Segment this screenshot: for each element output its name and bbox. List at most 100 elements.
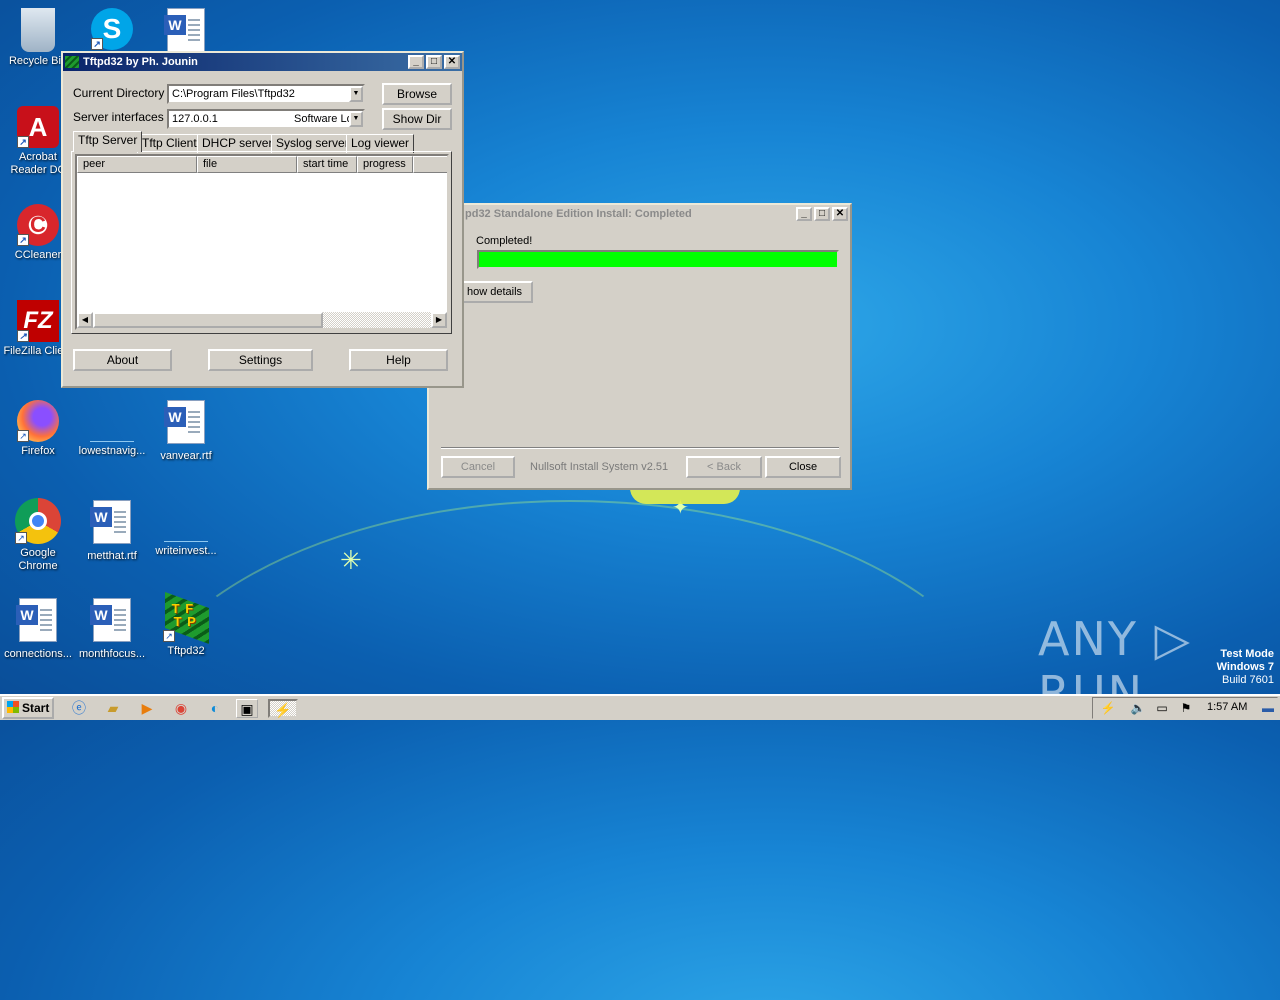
desktop-icon-label: metthat.rtf <box>87 550 137 562</box>
skype-icon: S ↗ <box>91 8 133 50</box>
tftpd32-titlebar[interactable]: Tftpd32 by Ph. Jounin _ □ ✕ <box>63 53 462 71</box>
explorer-icon[interactable]: ▰ <box>102 699 124 718</box>
installer-titlebar[interactable]: pd32 Standalone Edition Install: Complet… <box>429 205 850 223</box>
filezilla-icon: FZ ↗ <box>17 300 59 342</box>
help-button[interactable]: Help <box>349 349 448 371</box>
tftpd32-app-icon <box>65 56 79 68</box>
installer-progress-bar <box>477 250 839 269</box>
settings-button[interactable]: Settings <box>208 349 313 371</box>
server-interfaces-combo[interactable]: 127.0.0.1 Software Lo ▼ <box>167 109 365 129</box>
current-directory-label: Current Directory <box>73 86 165 100</box>
tab-tftp-server[interactable]: Tftp Server <box>73 131 143 152</box>
close-window-button[interactable]: ✕ <box>832 207 848 221</box>
desktop-icon-label: lowestnavig... <box>78 445 146 457</box>
tftpd32-title: Tftpd32 by Ph. Jounin <box>83 56 198 68</box>
desktop-icon-connections[interactable]: W connections... <box>0 598 76 661</box>
installer-window[interactable]: pd32 Standalone Edition Install: Complet… <box>427 203 852 490</box>
clock[interactable]: 1:57 AM <box>1207 701 1247 713</box>
horizontal-scrollbar[interactable]: ◀ ▶ <box>77 312 447 328</box>
desktop-icon-label: connections... <box>4 648 72 660</box>
ie-icon[interactable]: ⓔ <box>68 699 90 718</box>
desktop-icon-skype[interactable]: S ↗ <box>74 8 150 53</box>
volume-icon[interactable]: 🔈 <box>1127 699 1149 718</box>
installer-branding: Nullsoft Install System v2.51 <box>530 461 669 473</box>
word-document-icon: W <box>16 598 57 642</box>
flag-icon[interactable]: ⚑ <box>1175 699 1197 718</box>
windows-logo-icon <box>7 701 19 713</box>
close-window-button[interactable]: ✕ <box>444 55 460 69</box>
desktop-icon-label: Firefox <box>21 445 55 457</box>
scroll-thumb[interactable] <box>93 312 323 328</box>
dropdown-arrow-icon[interactable]: ▼ <box>349 111 363 127</box>
cancel-button[interactable]: Cancel <box>441 456 515 478</box>
system-tray: ⚡ 🔈 ▭ ⚑ 1:57 AM ▬ <box>1092 697 1278 719</box>
chrome-taskbar-icon[interactable]: ◉ <box>170 699 192 718</box>
shortcut-arrow-icon: ↗ <box>17 330 29 342</box>
server-interfaces-label: Server interfaces <box>73 110 164 124</box>
desktop-icon-firefox[interactable]: ↗ Firefox <box>0 400 76 458</box>
wallpaper-glow <box>630 488 740 504</box>
maximize-button[interactable]: □ <box>814 207 830 221</box>
network-icon[interactable]: ▭ <box>1151 699 1173 718</box>
server-interfaces-ip: 127.0.0.1 <box>172 113 218 125</box>
show-desktop-icon[interactable]: ▬ <box>1257 699 1279 718</box>
edge-icon[interactable]: ◐ <box>204 699 226 718</box>
desktop-icon-label: Google Chrome <box>18 547 58 572</box>
desktop-icon-word-top[interactable]: W <box>148 8 224 52</box>
firefox-icon: ↗ <box>17 400 59 442</box>
word-document-icon: W <box>164 400 205 444</box>
tftpd32-taskbar-icon[interactable]: ⚡ <box>268 699 298 718</box>
desktop-icon-chrome[interactable]: ↗ Google Chrome <box>0 498 76 573</box>
desktop-icon-lowestnavig[interactable]: lowestnavig... <box>74 400 150 458</box>
maximize-button[interactable]: □ <box>426 55 442 69</box>
transfers-list[interactable]: peer file start time progress ◀ ▶ <box>75 154 449 330</box>
scroll-right-button[interactable]: ▶ <box>431 312 447 328</box>
desktop-icon-label: monthfocus... <box>78 648 146 660</box>
browse-button[interactable]: Browse <box>382 83 452 105</box>
installer-status: Completed! <box>476 235 533 247</box>
desktop-icon-metthat[interactable]: W metthat.rtf <box>74 500 150 563</box>
shortcut-arrow-icon: ↗ <box>17 430 29 442</box>
minimize-button[interactable]: _ <box>408 55 424 69</box>
minimize-button[interactable]: _ <box>796 207 812 221</box>
installer-progress-fill <box>479 252 837 267</box>
column-header-file[interactable]: file <box>197 156 297 173</box>
word-document-icon: W <box>90 500 131 544</box>
wallpaper-sparkle: ✳ <box>340 545 362 575</box>
current-directory-combo[interactable]: C:\Program Files\Tftpd32 ▼ <box>167 84 365 104</box>
shortcut-arrow-icon: ↗ <box>15 532 27 544</box>
word-document-icon: W <box>90 598 131 642</box>
back-button[interactable]: < Back <box>686 456 762 478</box>
shortcut-arrow-icon: ↗ <box>91 38 103 50</box>
tftpd32-tray-icon[interactable]: ⚡ <box>1097 699 1119 718</box>
test-mode-line3: Build 7601 <box>1222 674 1274 686</box>
show-details-button[interactable]: how details <box>461 281 533 303</box>
about-button[interactable]: About <box>73 349 172 371</box>
column-header-filler <box>413 156 447 173</box>
column-header-progress[interactable]: progress <box>357 156 413 173</box>
ccleaner-icon: C ↗ <box>17 204 59 246</box>
desktop-icon-writeinvest[interactable]: writeinvest... <box>148 500 224 558</box>
dropdown-arrow-icon[interactable]: ▼ <box>349 86 363 102</box>
close-button[interactable]: Close <box>765 456 841 478</box>
shortcut-arrow-icon: ↗ <box>163 630 175 642</box>
desktop-icon-vanvear[interactable]: W vanvear.rtf <box>148 400 224 463</box>
shortcut-arrow-icon: ↗ <box>17 136 29 148</box>
test-mode-text: Test Mode Windows 7 Build 7601 <box>1217 648 1274 687</box>
chrome-icon: ↗ <box>15 498 61 544</box>
show-dir-button[interactable]: Show Dir <box>382 108 452 130</box>
desktop-icon-tftpd32[interactable]: T F T P ↗ Tftpd32 <box>148 591 224 658</box>
scroll-left-button[interactable]: ◀ <box>77 312 93 328</box>
taskbar: Start ⓔ ▰ ▶ ◉ ◐ ▣ ⚡ ⚡ 🔈 ▭ ⚑ 1:57 AM ▬ <box>0 694 1280 720</box>
installer-divider <box>441 447 839 449</box>
desktop-icon-monthfocus[interactable]: W monthfocus... <box>74 598 150 661</box>
desktop-icon-label: vanvear.rtf <box>160 450 212 462</box>
tftpd32-window[interactable]: Tftpd32 by Ph. Jounin _ □ ✕ Current Dire… <box>61 51 464 388</box>
start-button[interactable]: Start <box>2 697 54 719</box>
column-header-start-time[interactable]: start time <box>297 156 357 173</box>
column-header-peer[interactable]: peer <box>77 156 197 173</box>
media-player-icon[interactable]: ▶ <box>136 699 158 718</box>
current-directory-value: C:\Program Files\Tftpd32 <box>172 88 295 100</box>
test-mode-line1: Test Mode <box>1220 648 1274 660</box>
installer-taskbar-icon[interactable]: ▣ <box>236 699 258 718</box>
